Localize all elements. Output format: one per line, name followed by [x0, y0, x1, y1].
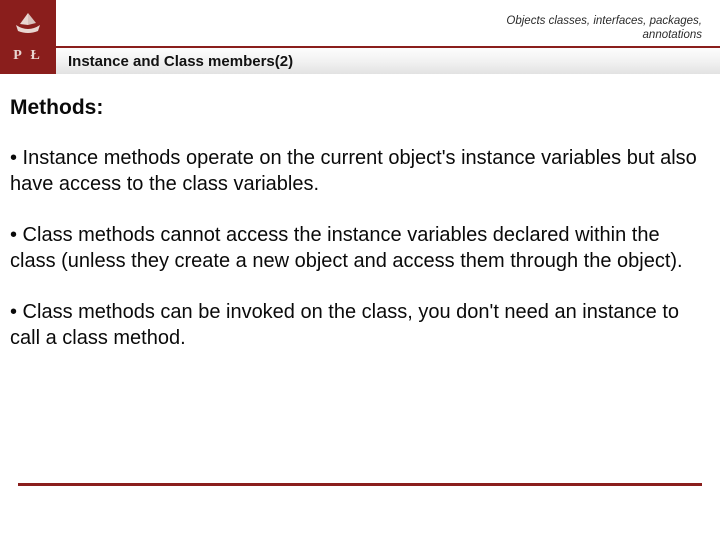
logo-block: P Ł	[0, 0, 56, 74]
bullet-item: • Instance methods operate on the curren…	[10, 146, 710, 197]
section-heading: Methods:	[10, 96, 710, 120]
slide: P Ł Objects classes, interfaces, package…	[0, 0, 720, 540]
logo-letters: P Ł	[0, 48, 56, 64]
bullet-item: • Class methods cannot access the instan…	[10, 223, 710, 274]
title-bar: Instance and Class members(2)	[56, 48, 720, 74]
slide-header: P Ł Objects classes, interfaces, package…	[0, 0, 720, 74]
breadcrumb-line-2: annotations	[506, 28, 702, 42]
footer-rule	[18, 483, 702, 486]
boat-icon	[14, 11, 42, 33]
slide-title: Instance and Class members(2)	[68, 53, 293, 70]
slide-content: Methods: • Instance methods operate on t…	[0, 74, 720, 352]
breadcrumb-line-1: Objects classes, interfaces, packages,	[506, 14, 702, 28]
bullet-item: • Class methods can be invoked on the cl…	[10, 300, 710, 351]
breadcrumb: Objects classes, interfaces, packages, a…	[506, 14, 702, 43]
